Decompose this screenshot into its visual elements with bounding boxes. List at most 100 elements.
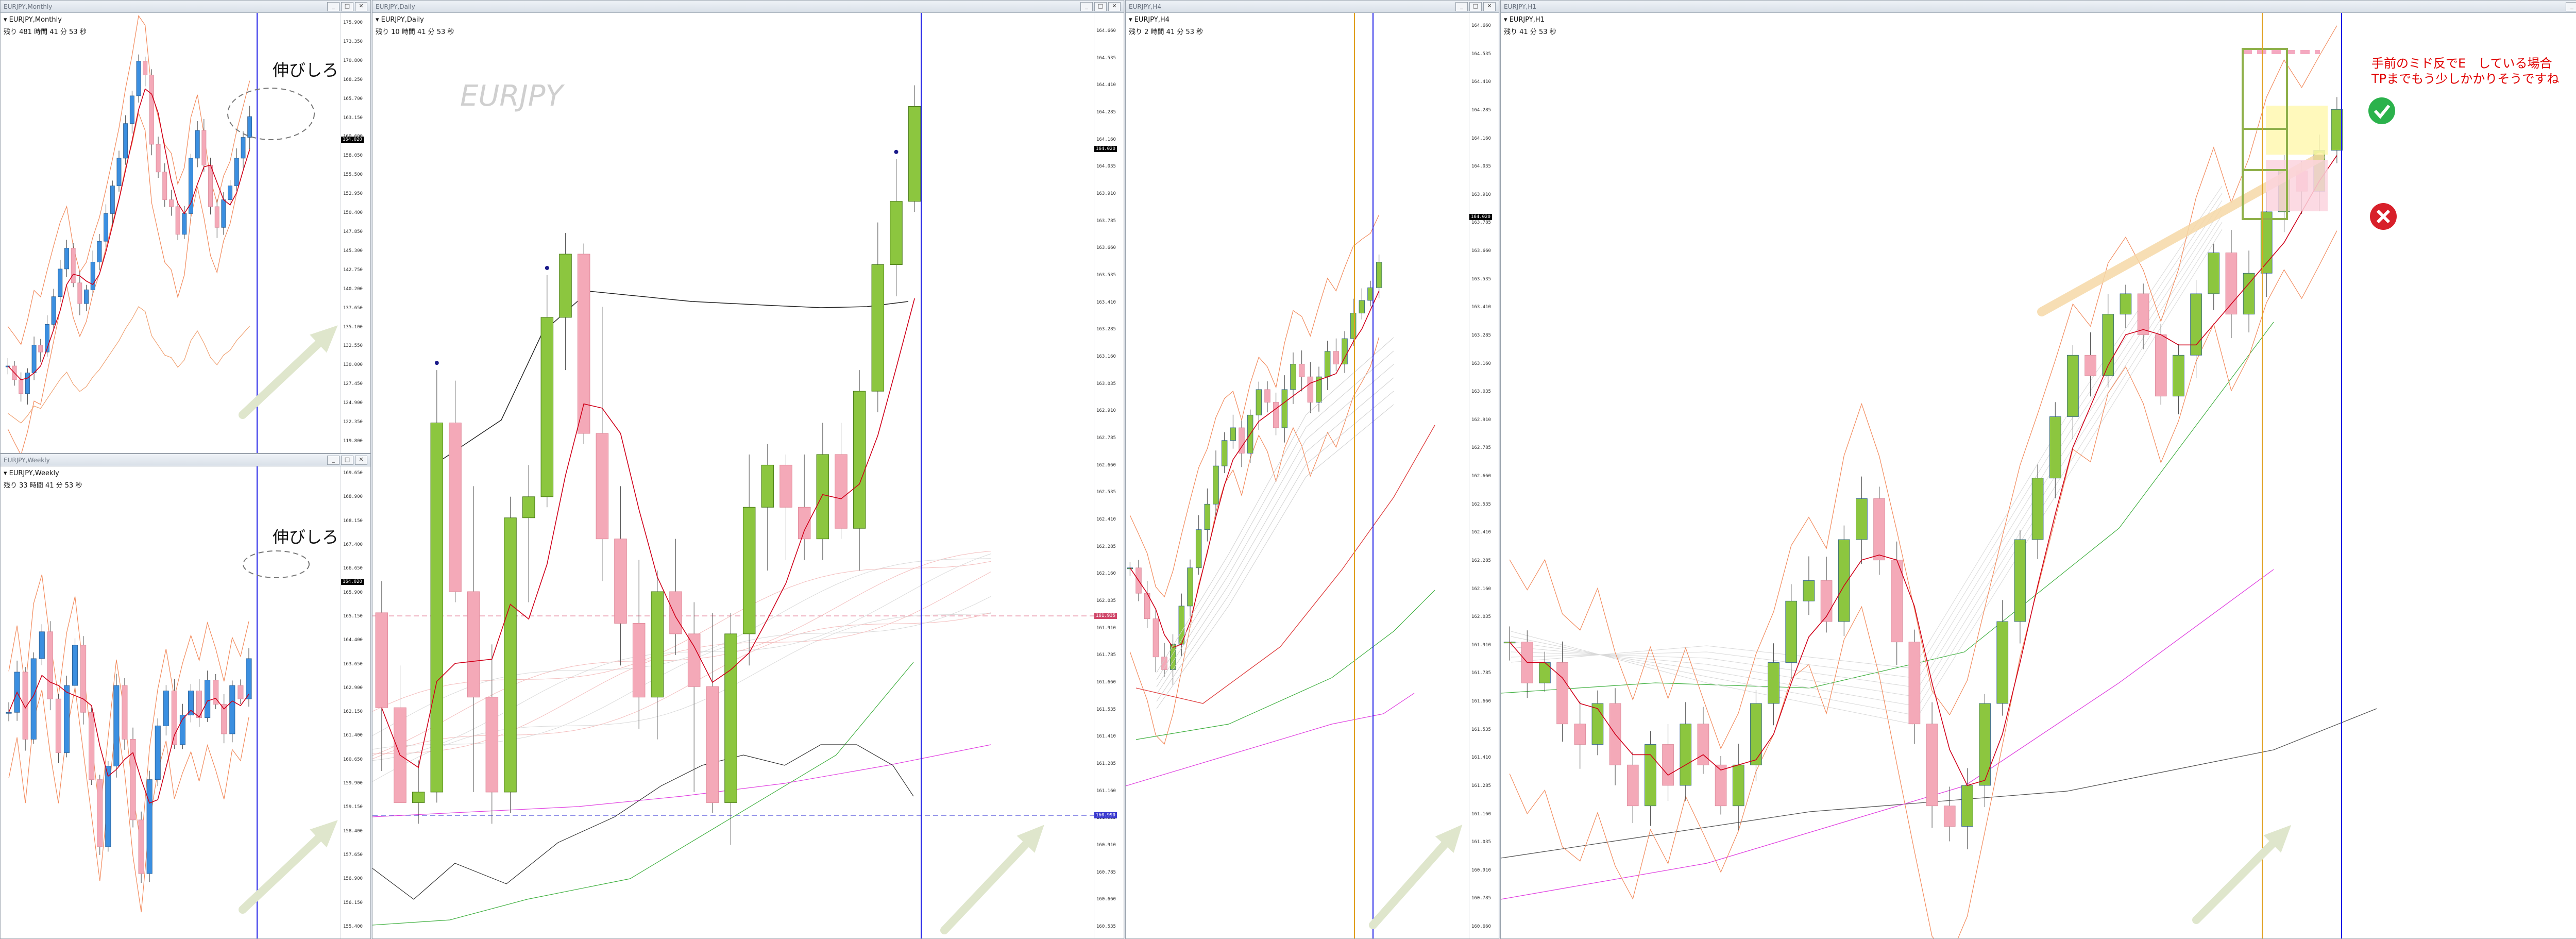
bearish-candle [156, 144, 161, 173]
bearish-candle [1626, 764, 1639, 807]
bearish-candle [175, 206, 180, 235]
axis-tick-label: 173.350 [343, 39, 363, 44]
axis-tick-label: 163.785 [1471, 220, 1491, 226]
bullish-candle [228, 186, 233, 200]
daily-plot[interactable]: EURJPY [372, 13, 1094, 939]
bearish-candle [55, 698, 61, 753]
bullish-candle [1256, 389, 1262, 415]
bollinger-lower-line [8, 688, 249, 913]
bearish-candle [1307, 376, 1314, 403]
bullish-candle [1230, 427, 1236, 441]
minimize-button[interactable]: _ [1080, 2, 1093, 11]
bullish-candle [2190, 293, 2202, 356]
axis-tick-label: 127.450 [343, 381, 363, 387]
axis-tick-label: 155.400 [343, 924, 363, 929]
axis-tick-label: 162.660 [1096, 462, 1116, 468]
chart-window-h4[interactable]: EURJPY,H4 _ □ ✕ ▾ EURJPY,H4 残り 2 時間 41 分 5… [1125, 0, 1499, 939]
trade-note-line1: 手前のミド反でE している場合 [2371, 56, 2552, 71]
trade-note-line2: TPまでもう少しかかりそうですね [2371, 72, 2559, 86]
current-price-label: 164.020 [1094, 146, 1117, 152]
trend-arrow-shaft [1369, 828, 1460, 929]
window-titlebar[interactable]: EURJPY,H4 _ □ ✕ [1126, 1, 1499, 13]
axis-tick-label: 161.910 [1096, 625, 1116, 631]
minimize-button[interactable]: _ [327, 456, 340, 465]
h4-plot[interactable] [1126, 13, 1469, 939]
axis-tick-label: 156.900 [343, 876, 363, 882]
close-button[interactable]: ✕ [355, 2, 367, 11]
bullish-candle [2208, 253, 2220, 294]
bearish-candle [149, 75, 154, 145]
bullish-candle [51, 296, 56, 325]
bearish-candle [577, 254, 590, 434]
price-axis[interactable]: 169.650 168.900 168.150 167.400 166.650 165.9… [341, 466, 370, 938]
bearish-candle [1574, 724, 1586, 745]
axis-tick-label: 175.900 [343, 20, 363, 25]
chart-window-h1[interactable]: EURJPY,H1 _□✕ ▾ EURJPY,H1 残り 41 分 53 秒 手… [1500, 0, 2576, 939]
monthly-plot[interactable]: 伸びしろ [1, 13, 341, 454]
axis-tick-label: 164.410 [1096, 82, 1116, 88]
price-axis[interactable]: 164.660 164.535 164.410 164.285 164.160 164.0… [1469, 13, 1499, 938]
axis-tick-label: 140.200 [343, 286, 363, 292]
bearish-candle [2155, 334, 2167, 397]
bullish-candle [2014, 539, 2026, 622]
bullish-candle [412, 792, 425, 803]
bullish-candle [2049, 416, 2061, 479]
bearish-candle [485, 697, 499, 793]
bearish-candle [687, 633, 701, 687]
long-moving-average-line [439, 291, 909, 462]
price-axis[interactable]: 164.660 164.535 164.410 164.285 164.160 164.0… [1094, 13, 1124, 938]
maximize-button[interactable]: □ [341, 456, 353, 465]
maximize-button[interactable]: □ [1094, 2, 1107, 11]
ma-ribbon-line [372, 561, 991, 712]
bullish-candle [1342, 338, 1348, 364]
minimize-button[interactable]: _ [1455, 2, 1468, 11]
axis-tick-label: 165.900 [343, 590, 363, 595]
window-title: EURJPY,Monthly [4, 3, 53, 10]
h1-plot[interactable]: 手前のミド反でE している場合TPまでもう少しかかりそうですね [1501, 13, 2576, 939]
axis-tick-label: 164.160 [1471, 136, 1491, 141]
minimize-button[interactable]: _ [327, 2, 340, 11]
bullish-candle [1750, 703, 1762, 765]
chart-window-monthly[interactable]: EURJPY,Monthly _ □ ✕ ▾ EURJPY,Monthly 残り 4… [0, 0, 371, 454]
bearish-candle [1943, 806, 1956, 827]
ma-ribbon-line [1511, 214, 2223, 706]
moving-average-line [1129, 291, 1380, 648]
window-titlebar[interactable]: EURJPY,Monthly _ □ ✕ [1, 1, 370, 13]
bullish-candle [430, 423, 444, 793]
bearish-candle [614, 539, 627, 624]
chart-window-daily[interactable]: EURJPY,Daily _ □ ✕ ▾ EURJPY,Daily 残り 10 時間… [372, 0, 1124, 939]
price-axis[interactable]: 175.900 173.350 170.800 168.250 165.700 163.1… [341, 13, 370, 453]
lower-oscillator-line [372, 744, 914, 900]
bullish-candle [136, 61, 141, 96]
bearish-candle [89, 712, 95, 780]
axis-tick-label: 160.660 [1471, 924, 1491, 929]
axis-tick-label: 135.100 [343, 324, 363, 330]
axis-tick-label: 150.400 [343, 210, 363, 216]
axis-tick-label: 132.550 [343, 343, 363, 349]
bullish-candle [221, 199, 226, 228]
window-titlebar[interactable]: EURJPY,H1 _□✕ [1501, 1, 2576, 13]
bullish-candle [1204, 504, 1211, 530]
bullish-candle [1768, 662, 1780, 704]
maximize-button[interactable]: □ [341, 2, 353, 11]
window-titlebar[interactable]: EURJPY,Daily _ □ ✕ [372, 1, 1124, 13]
close-button[interactable]: ✕ [355, 456, 367, 465]
minimize-button[interactable]: _ [2566, 2, 2576, 11]
window-titlebar[interactable]: EURJPY,Weekly _ □ ✕ [1, 454, 370, 466]
bearish-candle [162, 172, 167, 200]
fractal-dot [434, 361, 439, 365]
bearish-candle [1298, 364, 1305, 377]
axis-tick-label: 165.700 [343, 96, 363, 102]
magenta-moving-average-line [1126, 693, 1415, 786]
close-button[interactable]: ✕ [1108, 2, 1121, 11]
chart-window-weekly[interactable]: EURJPY,Weekly _ □ ✕ ▾ EURJPY,Weekly 残り 33 … [0, 454, 371, 939]
maximize-button[interactable]: □ [1469, 2, 1482, 11]
moving-average-line [1509, 155, 2337, 786]
bullish-candle [742, 507, 756, 634]
bearish-candle [1873, 498, 1885, 561]
bearish-candle [1556, 662, 1568, 725]
weekly-plot[interactable]: 伸びしろ [1, 466, 341, 939]
axis-tick-label: 163.035 [1096, 381, 1116, 387]
bullish-candle [1732, 764, 1744, 807]
close-button[interactable]: ✕ [1483, 2, 1496, 11]
